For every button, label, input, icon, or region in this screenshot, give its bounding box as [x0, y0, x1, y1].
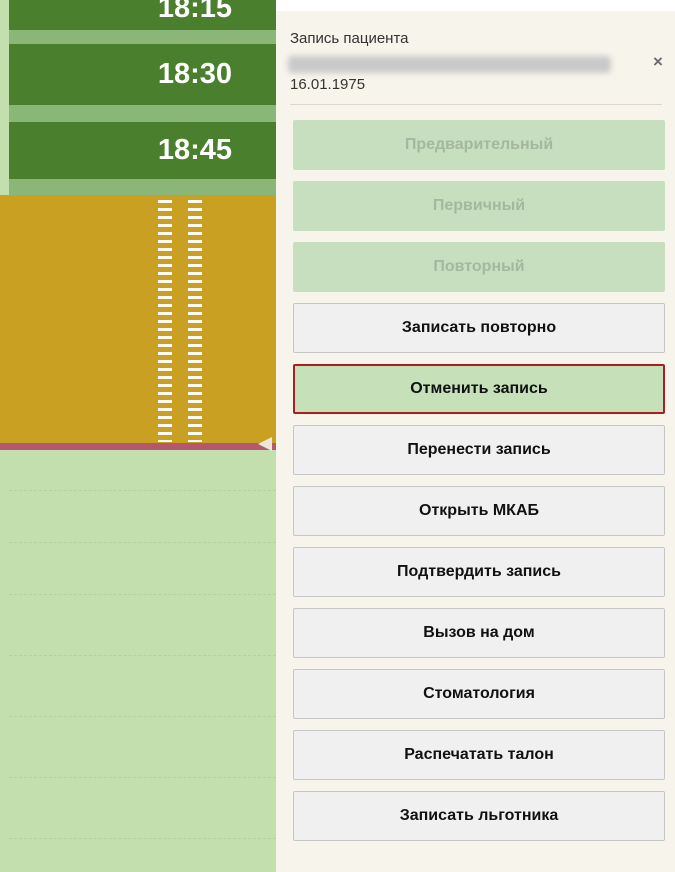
- free-row-divider: [9, 716, 276, 718]
- free-row-divider: [9, 594, 276, 596]
- dentistry-button[interactable]: Стоматология: [293, 669, 665, 719]
- popup-title: Запись пациента: [290, 30, 409, 47]
- free-row-divider: [9, 655, 276, 657]
- patient-birthdate: 16.01.1975: [290, 76, 366, 93]
- free-row-divider: [9, 490, 276, 492]
- slot-separator: [9, 30, 276, 44]
- free-row-divider: [9, 542, 276, 544]
- time-slot-1815[interactable]: 18:15: [9, 0, 276, 30]
- patient-appointment-popup: Запись пациента 16.01.1975 × Предварител…: [276, 11, 675, 872]
- cancel-appointment-button[interactable]: Отменить запись: [293, 364, 665, 414]
- current-time-marker-icon: [258, 437, 272, 451]
- confirm-appointment-button[interactable]: Подтвердить запись: [293, 547, 665, 597]
- primary-visit-button: Первичный: [293, 181, 665, 231]
- free-row-divider: [9, 777, 276, 779]
- booked-text-column-left: [158, 200, 172, 442]
- current-time-line: [0, 443, 276, 450]
- reschedule-appointment-button[interactable]: Перенести запись: [293, 425, 665, 475]
- booked-appointment-block[interactable]: [0, 195, 276, 445]
- slot-separator: [9, 179, 276, 195]
- time-slot-1845[interactable]: 18:45: [9, 122, 276, 179]
- time-slot-1830[interactable]: 18:30: [9, 44, 276, 105]
- repeat-visit-button: Повторный: [293, 242, 665, 292]
- header-divider: [290, 104, 662, 105]
- home-visit-button[interactable]: Вызов на дом: [293, 608, 665, 658]
- preliminary-button: Предварительный: [293, 120, 665, 170]
- booked-text-column-right: [188, 200, 202, 442]
- schedule-column: 18:15 18:30 18:45: [0, 0, 276, 872]
- open-mkab-button[interactable]: Открыть МКАБ: [293, 486, 665, 536]
- close-icon[interactable]: ×: [653, 52, 663, 72]
- book-again-button[interactable]: Записать повторно: [293, 303, 665, 353]
- slot-separator: [9, 105, 276, 122]
- book-beneficiary-button[interactable]: Записать льготника: [293, 791, 665, 841]
- patient-name-redacted: [288, 56, 611, 73]
- print-ticket-button[interactable]: Распечатать талон: [293, 730, 665, 780]
- free-row-divider: [9, 838, 276, 840]
